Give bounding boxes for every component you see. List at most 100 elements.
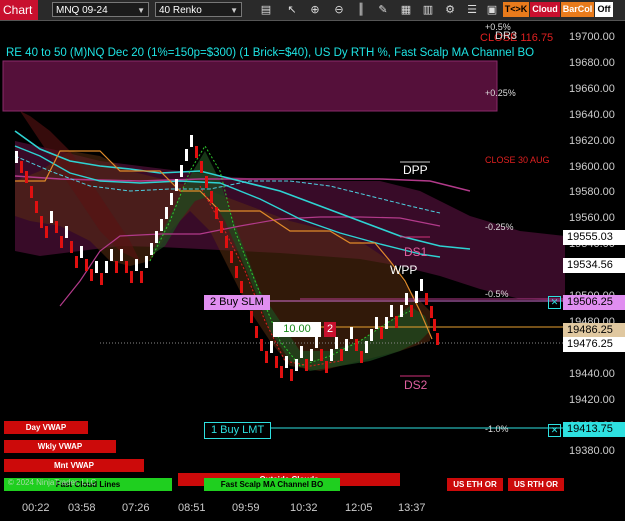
close-aug-label: CLOSE 30 AUG [485, 155, 550, 165]
price-tick-label: 19580.00 [569, 186, 615, 199]
close-icon[interactable]: ✕ [548, 296, 561, 309]
bear-brick [275, 356, 278, 368]
bear-brick [380, 327, 383, 339]
bull-brick [135, 259, 138, 271]
buy-slm-order[interactable]: 2 Buy SLM [204, 295, 270, 310]
bull-brick [345, 339, 348, 351]
chart-plot-area[interactable]: RE 40 to 50 (M)NQ Dec 20 (1%=150p=$300) … [0, 21, 565, 496]
bear-brick [55, 221, 58, 233]
bear-brick [100, 273, 103, 285]
chart-tab[interactable]: Chart [0, 0, 38, 20]
bar-type-value: 40 Renko [159, 5, 202, 16]
us-eth-or-button[interactable]: US ETH OR [447, 478, 503, 491]
price-tick-label: 19560.00 [569, 212, 615, 225]
bear-brick [430, 306, 433, 318]
bull-brick [50, 211, 53, 223]
bear-brick [85, 259, 88, 271]
layers-icon[interactable]: ▦ [398, 2, 414, 18]
bear-brick [340, 349, 343, 361]
settings-icon[interactable]: ⚙ [442, 2, 458, 18]
price-tick-label: 19640.00 [569, 108, 615, 121]
wkly-vwap-button[interactable]: Wkly VWAP [4, 440, 116, 453]
price-box-3: 19506.25 [563, 295, 625, 310]
price-tick-label: 19380.00 [569, 445, 615, 458]
bull-brick [105, 261, 108, 273]
chevron-down-icon: ▼ [230, 6, 238, 15]
bear-brick [320, 349, 323, 361]
price-tick-label: 19420.00 [569, 393, 615, 406]
us-rth-or-button[interactable]: US RTH OR [508, 478, 564, 491]
bull-brick [285, 356, 288, 368]
bull-brick [15, 151, 18, 163]
minus025-label: -0.25% [485, 222, 514, 232]
time-axis[interactable]: 00:22 03:58 07:26 08:51 09:59 10:32 12:05 13:37 [0, 496, 565, 521]
bull-brick [155, 231, 158, 243]
bear-brick [240, 281, 243, 293]
bull-brick [375, 317, 378, 329]
bear-brick [305, 359, 308, 371]
bull-brick [160, 219, 163, 231]
bull-brick [415, 291, 418, 303]
bear-brick [35, 201, 38, 213]
bull-brick [110, 249, 113, 261]
chevron-down-icon: ▼ [137, 6, 145, 15]
plus025-label: +0.25% [485, 88, 516, 98]
bull-brick [370, 329, 373, 341]
price-box-5: 19476.25 [563, 337, 625, 352]
instrument-selector[interactable]: MNQ 09-24 ▼ [52, 2, 149, 17]
bear-brick [230, 251, 233, 263]
bear-brick [200, 161, 203, 173]
magnifier-minus-icon[interactable]: ⊖ [331, 2, 347, 18]
bear-brick [40, 216, 43, 228]
day-vwap-button[interactable]: Day VWAP [4, 421, 88, 434]
bear-brick [260, 339, 263, 351]
bear-brick [130, 271, 133, 283]
price-box-4: 19486.25 [563, 323, 625, 338]
bull-brick [185, 149, 188, 161]
mnt-vwap-button[interactable]: Mnt VWAP [4, 459, 144, 472]
template-icon[interactable]: ▣ [484, 2, 500, 18]
bear-brick [355, 339, 358, 351]
watermark: © 2024 NinjaTrader, LLC [8, 478, 97, 487]
bear-brick [290, 369, 293, 381]
bull-brick [95, 261, 98, 273]
pencil-icon[interactable]: ✎ [375, 2, 391, 18]
bars-icon[interactable]: ║ [353, 2, 369, 18]
time-tick-label: 00:22 [22, 502, 50, 514]
fast-scalp-button[interactable]: Fast Scalp MA Channel BO [204, 478, 340, 491]
bar-type-selector[interactable]: 40 Renko ▼ [155, 2, 242, 17]
time-tick-label: 13:37 [398, 502, 426, 514]
grid-icon[interactable]: ▥ [420, 2, 436, 18]
price-tick-label: 19700.00 [569, 31, 615, 43]
price-tick-label: 19660.00 [569, 82, 615, 95]
cloud-button[interactable]: Cloud [530, 2, 560, 17]
bull-brick [330, 349, 333, 361]
pointer-icon[interactable]: ↖ [284, 2, 300, 18]
magnifier-plus-icon[interactable]: ⊕ [307, 2, 323, 18]
list-icon[interactable]: ☰ [464, 2, 480, 18]
folder-icon[interactable]: ▤ [258, 2, 274, 18]
tick-toggle-button[interactable]: T<>K [503, 2, 529, 17]
time-tick-label: 10:32 [290, 502, 318, 514]
bear-brick [140, 271, 143, 283]
chart-toolbar: Chart MNQ 09-24 ▼ 40 Renko ▼ ▤ ↖ ⊕ ⊖ ║ ✎ ▦… [0, 0, 625, 21]
order-price-box[interactable]: 10.00 [273, 322, 321, 337]
bull-brick [385, 317, 388, 329]
ds1-label: DS1 [404, 245, 428, 259]
barcol-button[interactable]: BarCol [561, 2, 594, 17]
off-button[interactable]: Off [595, 2, 613, 17]
bear-brick [90, 269, 93, 281]
bull-brick [365, 341, 368, 353]
close-icon[interactable]: ✕ [548, 424, 561, 437]
minus10-label: -1.0% [485, 424, 509, 434]
chart-title: RE 40 to 50 (M)NQ Dec 20 (1%=150p=$300) … [6, 47, 535, 59]
buy-lmt-order[interactable]: 1 Buy LMT [204, 422, 272, 439]
bull-brick [420, 279, 423, 291]
bull-brick [300, 346, 303, 358]
bull-brick [180, 165, 183, 177]
bear-brick [395, 316, 398, 328]
bull-brick [315, 336, 318, 348]
bear-brick [215, 207, 218, 219]
order-qty-box[interactable]: 2 [324, 322, 336, 337]
bear-brick [265, 351, 268, 363]
